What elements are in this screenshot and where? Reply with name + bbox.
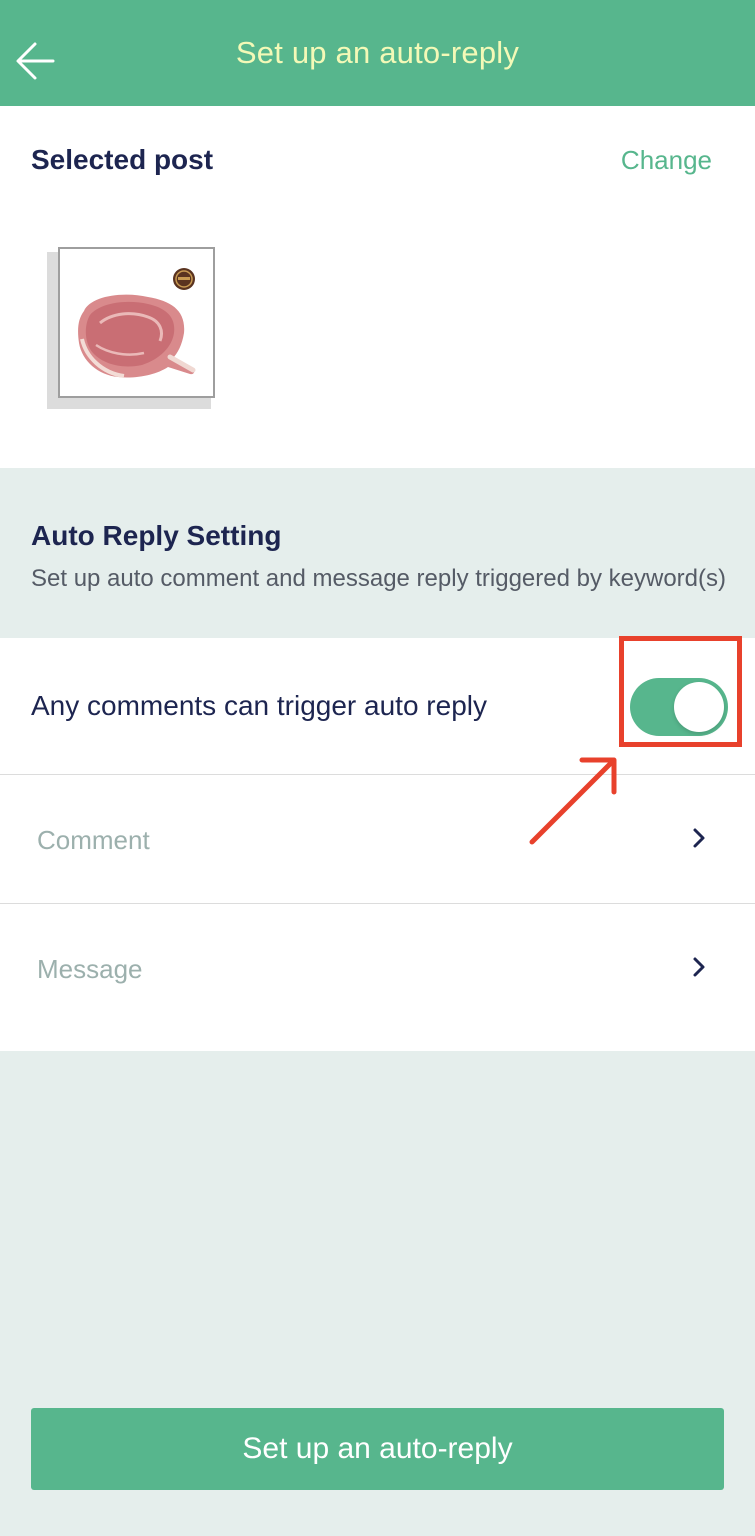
back-button[interactable] — [12, 38, 58, 84]
toggle-knob — [674, 682, 724, 732]
any-comment-trigger-row: Any comments can trigger auto reply — [0, 638, 755, 775]
message-row-label: Message — [37, 954, 143, 984]
arrow-left-icon — [16, 42, 55, 80]
chevron-right-icon — [693, 828, 705, 848]
auto-reply-setup-screen: Set up an auto-reply Selected post Chang… — [0, 0, 755, 1536]
comment-row-label: Comment — [37, 825, 150, 855]
change-post-link[interactable]: Change — [621, 145, 712, 176]
any-comment-trigger-label: Any comments can trigger auto reply — [31, 690, 487, 721]
selected-post-heading: Selected post — [31, 144, 214, 175]
pork-chop-image — [78, 268, 196, 378]
setup-auto-reply-button[interactable]: Set up an auto-reply — [31, 1408, 724, 1490]
setup-auto-reply-button-label: Set up an auto-reply — [242, 1432, 513, 1465]
message-reply-row[interactable]: Message — [0, 904, 755, 1051]
auto-reply-setting-heading: Auto Reply Setting — [31, 520, 282, 551]
selected-post-section: Selected post Change — [0, 106, 755, 468]
post-thumbnail[interactable] — [58, 247, 215, 398]
auto-reply-setting-section: Auto Reply Setting Set up auto comment a… — [0, 468, 755, 638]
any-comment-trigger-toggle[interactable] — [630, 678, 728, 736]
chevron-right-icon — [693, 957, 705, 977]
auto-reply-options-list: Any comments can trigger auto reply Comm… — [0, 638, 755, 1051]
auto-reply-setting-description: Set up auto comment and message reply tr… — [31, 565, 727, 592]
comment-reply-row[interactable]: Comment — [0, 775, 755, 904]
page-title: Set up an auto-reply — [235, 35, 520, 70]
app-header: Set up an auto-reply — [0, 0, 755, 106]
